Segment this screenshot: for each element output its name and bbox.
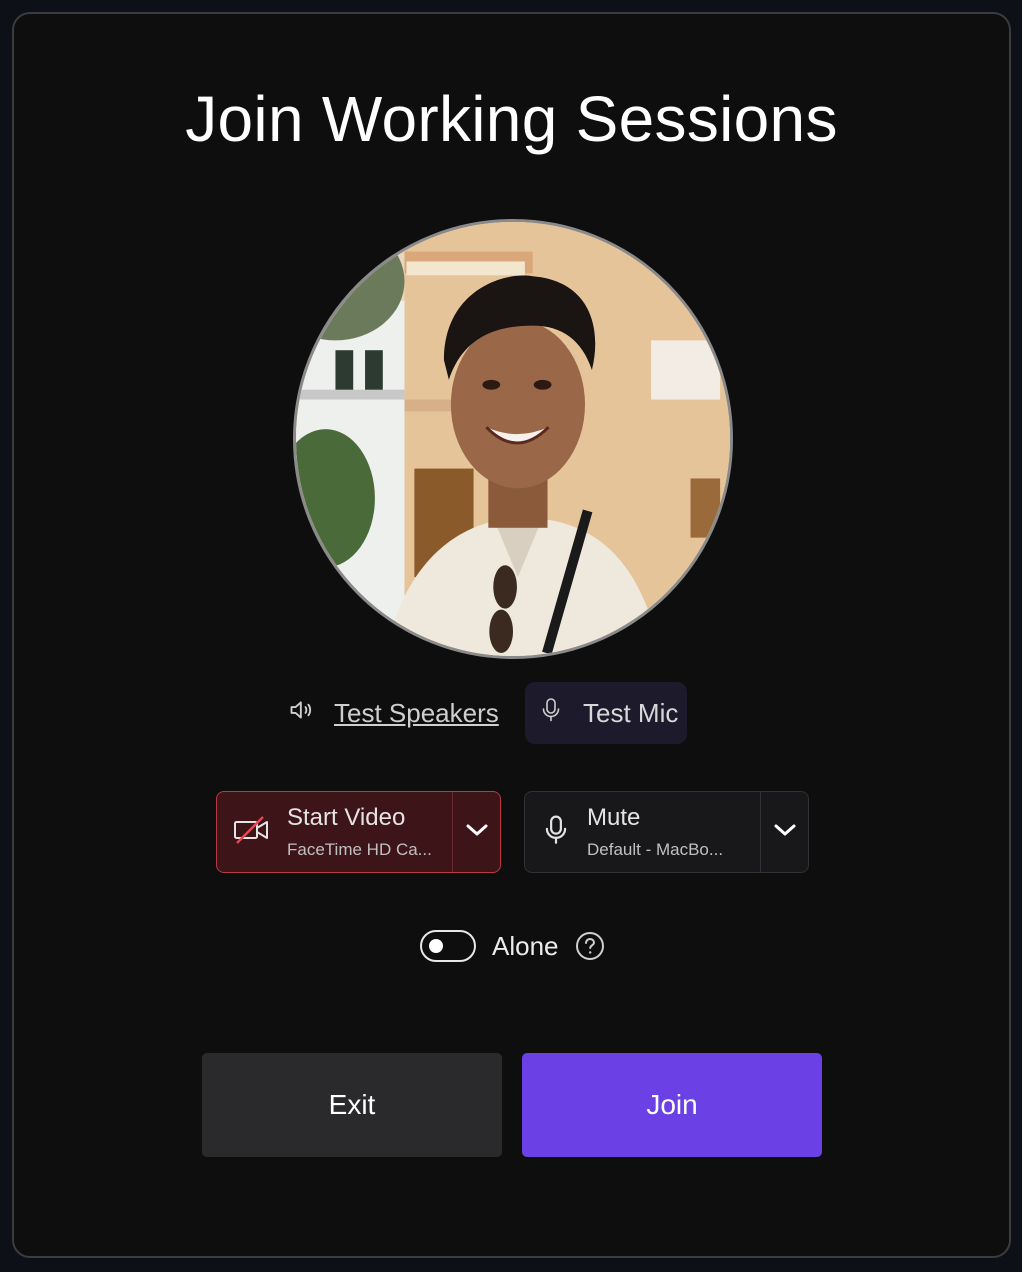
alone-option: Alone xyxy=(420,927,605,965)
microphone-options-dropdown[interactable] xyxy=(760,792,808,872)
exit-button[interactable]: Exit xyxy=(202,1053,502,1157)
mute-control: Mute Default - MacBo... xyxy=(524,791,809,873)
test-speakers-link[interactable]: Test Speakers xyxy=(288,682,499,744)
dialog-title: Join Working Sessions xyxy=(185,83,838,155)
microphone-icon xyxy=(541,813,571,852)
test-speakers-label: Test Speakers xyxy=(334,697,499,728)
speaker-icon xyxy=(288,696,316,731)
video-off-icon xyxy=(233,815,271,850)
chevron-down-icon xyxy=(773,822,797,843)
mute-button[interactable]: Mute Default - MacBo... xyxy=(525,792,760,872)
microphone-icon xyxy=(539,696,563,731)
join-dialog: Join Working Sessions Test Speakers Test… xyxy=(12,12,1011,1258)
microphone-device-name: Default - MacBo... xyxy=(587,840,724,859)
camera-device-name: FaceTime HD Ca... xyxy=(287,840,432,859)
alone-toggle[interactable] xyxy=(420,930,476,962)
alone-label: Alone xyxy=(492,930,559,961)
user-avatar xyxy=(293,219,733,659)
test-mic-label: Test Mic xyxy=(583,697,679,728)
toggle-knob xyxy=(429,939,443,953)
chevron-down-icon xyxy=(465,822,489,843)
camera-options-dropdown[interactable] xyxy=(452,792,500,872)
join-button[interactable]: Join xyxy=(522,1053,822,1157)
mute-label: Mute xyxy=(587,804,641,831)
test-mic-button[interactable]: Test Mic xyxy=(525,682,687,744)
question-circle-icon[interactable] xyxy=(575,931,605,961)
start-video-label: Start Video xyxy=(287,804,406,831)
start-video-control: Start Video FaceTime HD Ca... xyxy=(216,791,501,873)
start-video-button[interactable]: Start Video FaceTime HD Ca... xyxy=(217,792,452,872)
